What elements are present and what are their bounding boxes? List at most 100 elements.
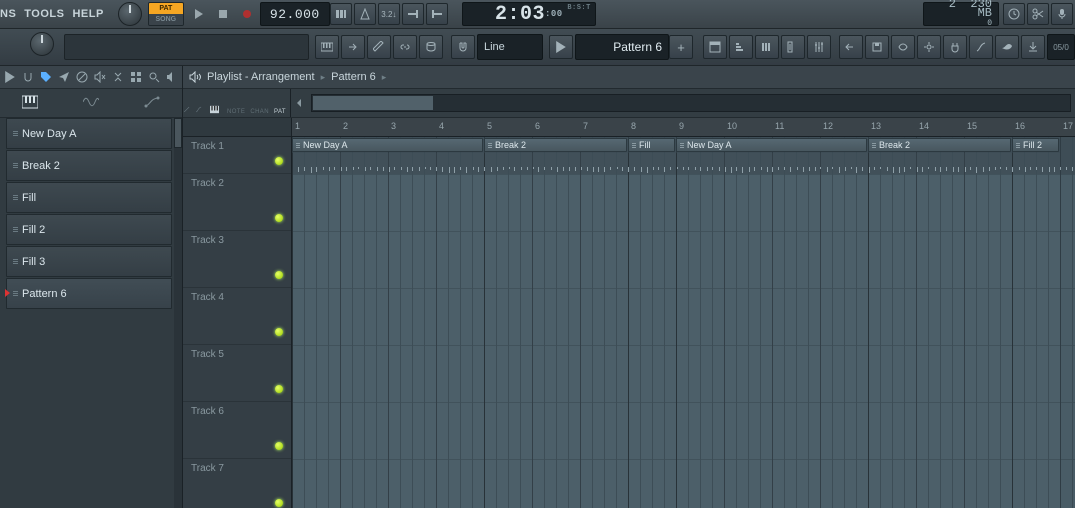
tempo-display[interactable]: 92.000 bbox=[260, 2, 330, 26]
plugin-icon[interactable] bbox=[943, 35, 967, 59]
pattern-item[interactable]: New Day A bbox=[6, 118, 172, 149]
playlist-scrollbar[interactable] bbox=[311, 94, 1071, 112]
pattern-play-icon[interactable] bbox=[549, 35, 573, 59]
playlist-subtitle: Pattern 6 bbox=[331, 71, 376, 83]
menu-item[interactable]: HELP bbox=[72, 8, 103, 20]
metronome-pattern-icon[interactable] bbox=[330, 3, 352, 25]
snap-magnet-icon[interactable] bbox=[451, 35, 475, 59]
track-header[interactable]: Track 5 bbox=[183, 345, 291, 402]
timeline-ruler[interactable]: 1234567891011121314151617 bbox=[183, 118, 1075, 137]
play-icon[interactable] bbox=[4, 71, 16, 83]
save-icon[interactable] bbox=[865, 35, 889, 59]
track-header[interactable]: Track 2 bbox=[183, 174, 291, 231]
piano-icon[interactable] bbox=[210, 104, 219, 115]
view-stepsequencer-icon[interactable] bbox=[729, 35, 753, 59]
scrollbar-thumb[interactable] bbox=[174, 118, 182, 148]
track-enable-led[interactable] bbox=[275, 157, 283, 165]
track-enable-led[interactable] bbox=[275, 499, 283, 507]
view-mixer-icon[interactable] bbox=[807, 35, 831, 59]
search-icon[interactable] bbox=[148, 71, 160, 83]
clip[interactable]: New Day A bbox=[676, 138, 867, 152]
render-icon[interactable] bbox=[891, 35, 915, 59]
chevron-left-icon[interactable] bbox=[294, 98, 304, 108]
track-name: Track 4 bbox=[191, 292, 224, 303]
track-enable-led[interactable] bbox=[275, 328, 283, 336]
play-button[interactable] bbox=[188, 3, 210, 25]
brush-icon[interactable] bbox=[367, 35, 391, 59]
link-icon[interactable] bbox=[195, 104, 202, 115]
countdown-icon[interactable] bbox=[354, 3, 376, 25]
magnet-icon[interactable] bbox=[22, 71, 34, 83]
speaker-icon[interactable] bbox=[166, 71, 178, 83]
mute-icon[interactable] bbox=[94, 71, 106, 83]
menu-item[interactable]: TOOLS bbox=[24, 8, 64, 20]
clip-body[interactable] bbox=[868, 153, 1012, 508]
piano-icon[interactable] bbox=[315, 35, 339, 59]
pattern-item[interactable]: Pattern 6 bbox=[6, 278, 172, 309]
clip-body[interactable] bbox=[628, 153, 676, 508]
clip-body[interactable] bbox=[676, 153, 868, 508]
track-enable-led[interactable] bbox=[275, 271, 283, 279]
grid-icon[interactable] bbox=[130, 71, 142, 83]
send-icon[interactable] bbox=[58, 71, 70, 83]
wait-input-icon[interactable]: 3.2↓ bbox=[378, 3, 400, 25]
tab-keys-icon[interactable] bbox=[22, 95, 38, 112]
tag-icon[interactable] bbox=[40, 71, 52, 83]
pattern-item[interactable]: Fill 3 bbox=[6, 246, 172, 277]
pitch-knob[interactable] bbox=[30, 32, 54, 56]
pattern-item[interactable]: Fill bbox=[6, 182, 172, 213]
track-header[interactable]: Track 7 bbox=[183, 459, 291, 508]
track-header[interactable]: Track 1 bbox=[183, 137, 291, 174]
stack-icon[interactable] bbox=[419, 35, 443, 59]
settings-icon[interactable] bbox=[917, 35, 941, 59]
pattern-name: Fill 2 bbox=[22, 224, 45, 236]
brush-icon[interactable] bbox=[183, 104, 190, 115]
clip-body[interactable] bbox=[1012, 153, 1060, 508]
pattern-item[interactable]: Break 2 bbox=[6, 150, 172, 181]
clip[interactable]: Fill bbox=[628, 138, 675, 152]
loop-icon[interactable] bbox=[426, 3, 448, 25]
link-icon[interactable] bbox=[393, 35, 417, 59]
pattern-add-icon[interactable]: + bbox=[669, 35, 693, 59]
menu-item[interactable]: NS bbox=[0, 8, 16, 20]
track-enable-led[interactable] bbox=[275, 385, 283, 393]
record-button[interactable] bbox=[236, 3, 258, 25]
time-display[interactable]: 2:03:00 B:S:T bbox=[462, 2, 596, 26]
audio-icon[interactable] bbox=[189, 71, 201, 83]
view-browser-icon[interactable] bbox=[781, 35, 805, 59]
clip[interactable]: Fill 2 bbox=[1012, 138, 1059, 152]
deny-icon[interactable] bbox=[76, 71, 88, 83]
track-enable-led[interactable] bbox=[275, 442, 283, 450]
pat-song-toggle[interactable]: PAT SONG bbox=[148, 2, 184, 26]
playlist-grid[interactable]: New Day ABreak 2FillNew Day ABreak 2Fill… bbox=[292, 137, 1075, 508]
bird-icon[interactable] bbox=[995, 35, 1019, 59]
track-header[interactable]: Track 6 bbox=[183, 402, 291, 459]
clip[interactable]: New Day A bbox=[292, 138, 483, 152]
collapse-icon[interactable] bbox=[112, 71, 124, 83]
undo-icon[interactable] bbox=[839, 35, 863, 59]
track-header[interactable]: Track 4 bbox=[183, 288, 291, 345]
scissors-icon[interactable] bbox=[1027, 3, 1049, 25]
stop-button[interactable] bbox=[212, 3, 234, 25]
chevron-right-icon[interactable]: ▸ bbox=[382, 72, 387, 83]
history-icon[interactable] bbox=[1003, 3, 1025, 25]
mic-icon[interactable] bbox=[1051, 3, 1073, 25]
step-edit-icon[interactable] bbox=[402, 3, 424, 25]
script-icon[interactable] bbox=[969, 35, 993, 59]
pattern-item[interactable]: Fill 2 bbox=[6, 214, 172, 245]
clip[interactable]: Break 2 bbox=[484, 138, 627, 152]
clip-body[interactable] bbox=[292, 153, 484, 508]
main-volume-knob[interactable] bbox=[118, 2, 142, 26]
pattern-select[interactable]: Pattern 6 bbox=[575, 34, 669, 60]
tab-wave-icon[interactable] bbox=[83, 95, 99, 112]
clip[interactable]: Break 2 bbox=[868, 138, 1011, 152]
snap-select[interactable]: Line bbox=[477, 34, 543, 60]
download-icon[interactable] bbox=[1021, 35, 1045, 59]
clip-body[interactable] bbox=[484, 153, 628, 508]
tab-automation-icon[interactable] bbox=[144, 95, 160, 112]
arrow-right-icon[interactable] bbox=[341, 35, 365, 59]
track-header[interactable]: Track 3 bbox=[183, 231, 291, 288]
view-playlist-icon[interactable] bbox=[703, 35, 727, 59]
track-enable-led[interactable] bbox=[275, 214, 283, 222]
view-pianoroll-icon[interactable] bbox=[755, 35, 779, 59]
